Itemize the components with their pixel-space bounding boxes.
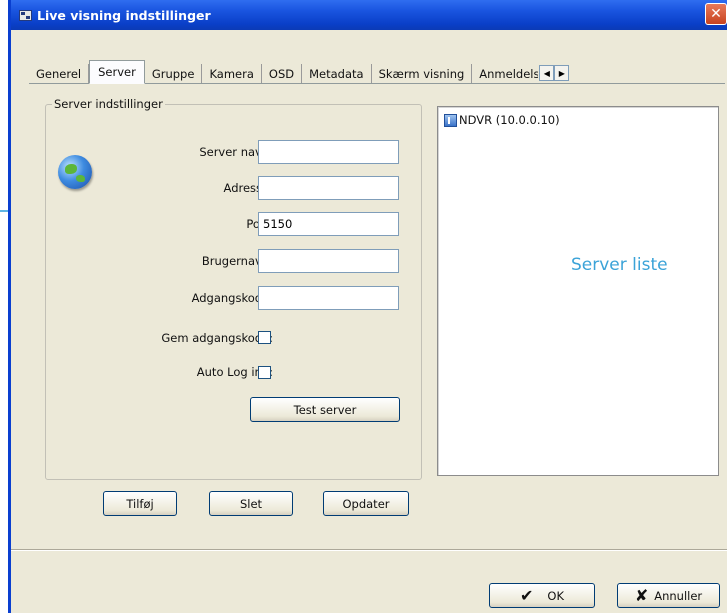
- auto-login-checkbox[interactable]: [258, 366, 271, 379]
- server-list-item-label: NDVR (10.0.0.10): [459, 113, 560, 127]
- server-list[interactable]: NDVR (10.0.0.10) Server liste: [437, 106, 719, 476]
- add-button[interactable]: Tilføj: [103, 491, 177, 516]
- remember-password-label: Gem adgangskode:: [161, 331, 273, 345]
- ok-button[interactable]: ✔ OK: [489, 583, 595, 608]
- arrow-right-icon: ▶: [558, 68, 565, 78]
- tab-kamera[interactable]: Kamera: [202, 64, 262, 83]
- x-icon: ✘: [634, 586, 649, 605]
- tab-strip: Generel Server Gruppe Kamera OSD Metadat…: [29, 60, 725, 84]
- server-icon: [444, 113, 457, 127]
- server-tab-panel: Server indstillinger Server navn: Adress…: [37, 84, 727, 550]
- close-button[interactable]: ✕: [705, 3, 727, 25]
- tab-skaerm-visning[interactable]: Skærm visning: [372, 64, 473, 83]
- server-settings-group: Server indstillinger Server navn: Adress…: [45, 97, 422, 480]
- tab-metadata[interactable]: Metadata: [302, 64, 372, 83]
- group-title: Server indstillinger: [52, 97, 165, 111]
- update-button[interactable]: Opdater: [323, 491, 409, 516]
- window-title: Live visning indstillinger: [37, 7, 211, 23]
- tab-gruppe[interactable]: Gruppe: [145, 64, 203, 83]
- globe-icon: [58, 155, 92, 189]
- server-name-input[interactable]: [258, 140, 399, 164]
- tab-osd[interactable]: OSD: [262, 64, 303, 83]
- address-input[interactable]: [258, 176, 399, 200]
- cancel-button[interactable]: ✘ Annuller: [617, 583, 720, 608]
- settings-dialog: Live visning indstillinger ✕ Generel Ser…: [8, 0, 727, 613]
- delete-button[interactable]: Slet: [209, 491, 293, 516]
- tab-generel[interactable]: Generel: [29, 64, 90, 83]
- tab-anmeldelse[interactable]: Anmeldelse: [472, 64, 538, 83]
- check-icon: ✔: [520, 586, 534, 605]
- tab-scroll-right-button[interactable]: ▶: [554, 65, 570, 81]
- tab-server[interactable]: Server: [89, 60, 145, 84]
- remember-password-checkbox[interactable]: [258, 331, 271, 344]
- dialog-button-bar: ✔ OK ✘ Annuller: [11, 549, 727, 613]
- tab-scroll-buttons: ◀ ▶: [539, 65, 570, 81]
- password-input[interactable]: [258, 286, 399, 310]
- arrow-left-icon: ◀: [543, 68, 550, 78]
- app-icon: [19, 9, 32, 21]
- list-item[interactable]: NDVR (10.0.0.10): [444, 113, 560, 127]
- username-input[interactable]: [258, 249, 399, 273]
- tab-scroll-left-button[interactable]: ◀: [539, 65, 555, 81]
- server-list-annotation: Server liste: [571, 255, 668, 275]
- title-bar: Live visning indstillinger ✕: [11, 0, 727, 30]
- close-icon: ✕: [710, 6, 722, 22]
- ok-label: OK: [547, 588, 564, 603]
- cancel-label: Annuller: [654, 588, 703, 603]
- port-input[interactable]: [258, 212, 399, 236]
- test-server-button[interactable]: Test server: [250, 397, 400, 422]
